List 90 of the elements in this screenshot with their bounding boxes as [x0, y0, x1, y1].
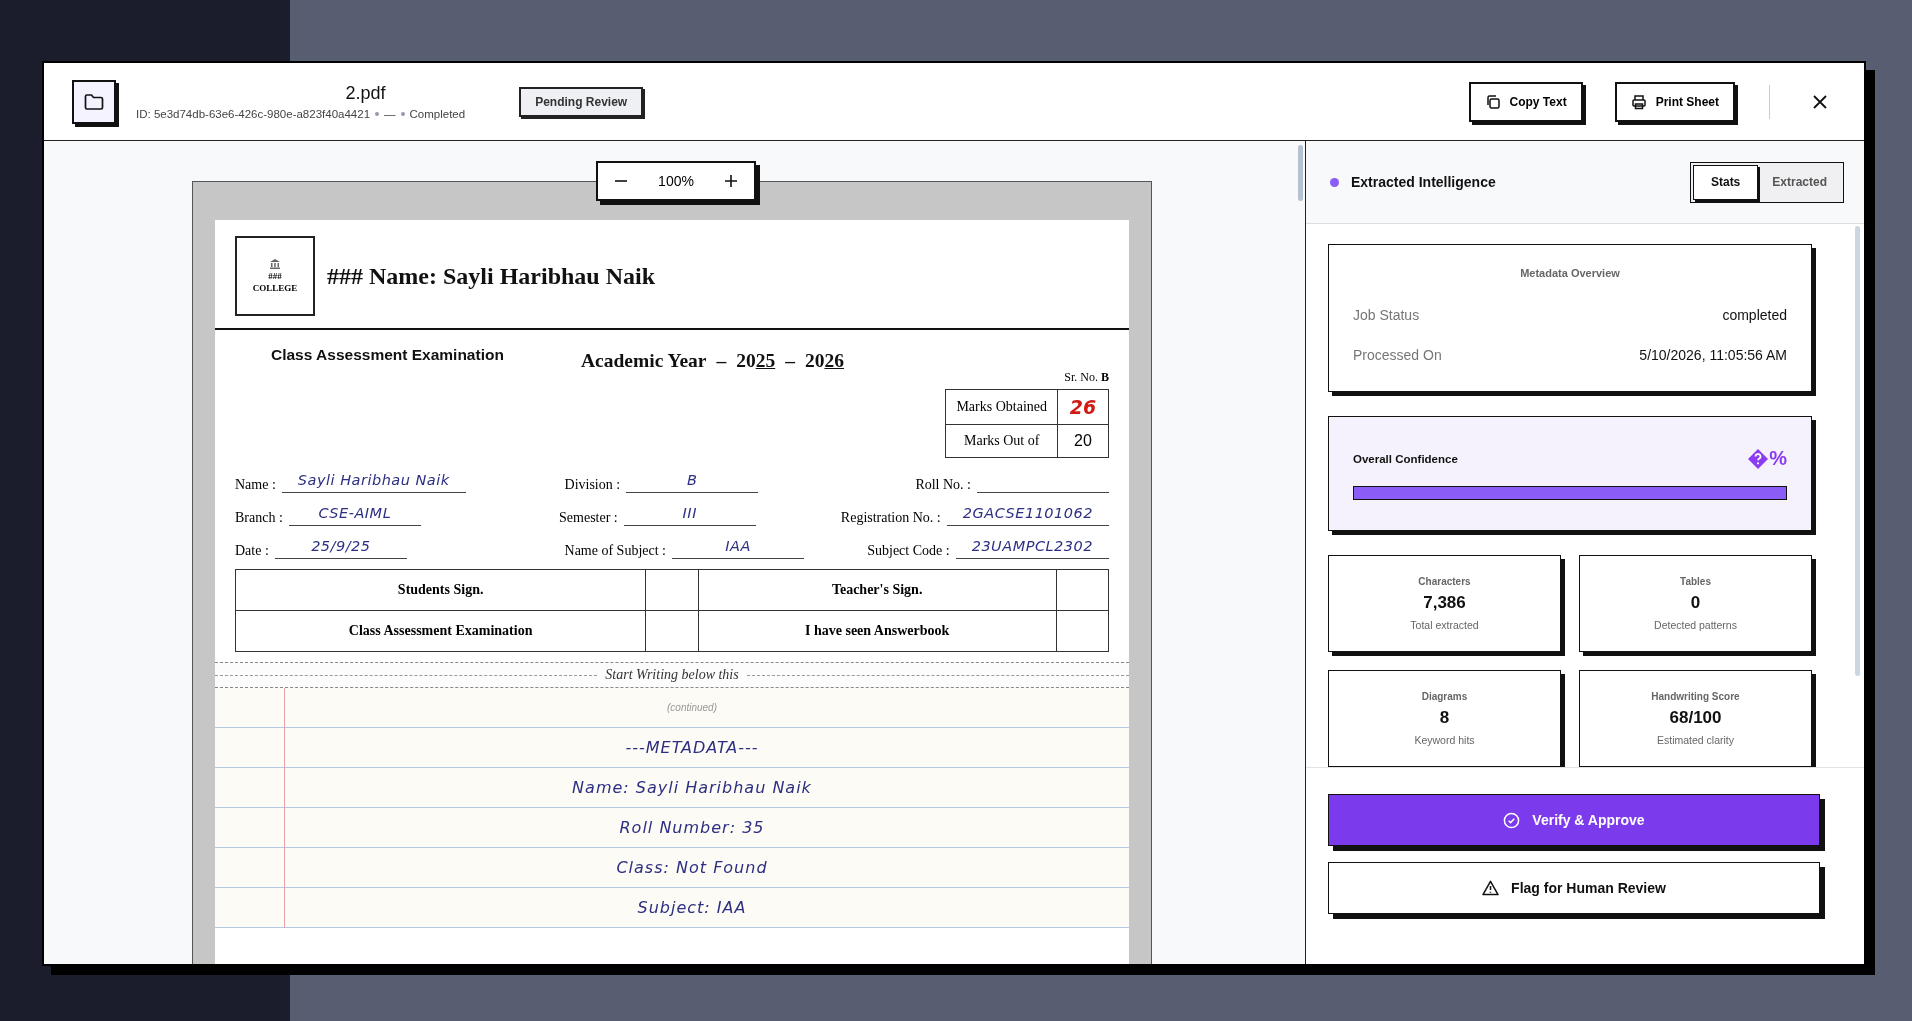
academic-year: –: [716, 350, 727, 372]
zoom-level: 100%: [658, 173, 694, 189]
field-label: Branch :: [235, 510, 283, 526]
check-circle-icon: [1503, 811, 1521, 829]
field-value: 2GACSE1101062: [946, 505, 1109, 526]
serial-number-label: Sr. No.: [1064, 370, 1098, 384]
printer-icon: [1630, 93, 1647, 110]
close-icon: [1812, 93, 1828, 110]
separator: —: [384, 108, 396, 120]
handwritten-line: Subject: IAA: [637, 898, 747, 917]
table-cell: Teacher's Sign.: [698, 569, 1057, 611]
confidence-label: Overall Confidence: [1353, 452, 1458, 465]
marks-value: 20: [1057, 424, 1109, 458]
copy-icon: [1484, 93, 1501, 110]
academic-year: –: [785, 350, 795, 372]
field-value: 25/9/25: [274, 538, 407, 559]
handwritten-line: Roll Number: 35: [619, 818, 765, 837]
logo-mark: ###: [268, 271, 282, 281]
student-heading: ### Name: Sayli Haribhau Naik: [327, 262, 656, 290]
field-value: IAA: [672, 538, 804, 559]
exam-title: Class Assessment Examination: [271, 346, 505, 364]
field-label: Subject Code :: [867, 543, 950, 559]
stat-title: Handwriting Score: [1651, 691, 1740, 702]
handwritten-line: Class: Not Found: [616, 858, 768, 877]
field-value: CSE-AIML: [288, 505, 421, 526]
marks-value: 26: [1057, 389, 1109, 425]
job-status: Completed: [409, 108, 466, 120]
building-icon: [270, 259, 280, 269]
tab[interactable]: Extracted: [1758, 164, 1841, 200]
marks-label: Marks Obtained: [945, 389, 1058, 425]
stat-value: 68/100: [1669, 708, 1722, 728]
field-label: Division :: [564, 477, 621, 493]
stat-value: 0: [1690, 593, 1701, 613]
handwritten-line: ---METADATA---: [625, 738, 759, 757]
plus-icon: [723, 174, 738, 188]
field-label: Registration No. :: [840, 510, 941, 526]
metadata-label: Job Status: [1353, 307, 1420, 323]
field-value: III: [623, 505, 756, 526]
field-label: Date :: [235, 543, 269, 559]
academic-year: 25: [755, 350, 776, 372]
scrollbar[interactable]: [1855, 226, 1860, 676]
field-label: Roll No. :: [915, 477, 971, 493]
continued-note: (continued): [667, 702, 717, 713]
academic-year: Academic Year: [581, 350, 707, 372]
scrollbar[interactable]: [1298, 145, 1303, 201]
academic-year: 20: [736, 350, 756, 372]
academic-year: 20: [804, 350, 825, 372]
card-title: Metadata Overview: [1519, 267, 1621, 279]
stat-caption: Keyword hits: [1414, 734, 1475, 746]
field-value: B: [626, 472, 759, 493]
field-value: 23UAMPCL2302: [955, 538, 1109, 559]
metadata-value: completed: [1722, 307, 1787, 323]
metadata-label: Processed On: [1353, 347, 1442, 363]
marks-label: Marks Out of: [945, 424, 1058, 458]
handwritten-line: Name: Sayli Haribhau Naik: [572, 778, 812, 797]
tab[interactable]: Stats: [1692, 164, 1759, 200]
warning-icon: [1482, 880, 1500, 896]
field-label: Name :: [235, 477, 276, 493]
stat-title: Diagrams: [1421, 691, 1468, 702]
copy-button[interactable]: Copy Text: [1468, 81, 1583, 122]
folder-button[interactable]: [72, 79, 116, 124]
stat-value: 7,386: [1423, 593, 1466, 613]
stat-title: Tables: [1680, 576, 1711, 587]
job-id: ID: 5e3d74db-63e6-426c-980e-a823f40a4421: [136, 108, 371, 120]
status-badge: Pending Review: [519, 86, 644, 117]
table-cell: Students Sign.: [235, 569, 646, 611]
serial-number: B: [1101, 370, 1109, 384]
logo-text: COLLEGE: [252, 283, 298, 293]
field-value: Sayli Haribhau Naik: [281, 472, 466, 493]
field-label: Semester :: [559, 510, 618, 526]
dot-icon: [375, 112, 380, 116]
stat-caption: Total extracted: [1410, 619, 1479, 631]
dot-icon: [400, 112, 405, 116]
table-cell: I have seen Answerbook: [698, 610, 1057, 652]
writing-divider: Start Writing below this: [605, 667, 739, 683]
academic-year: 26: [824, 350, 844, 372]
stat-title: Characters: [1418, 576, 1471, 587]
field-label: Name of Subject :: [564, 543, 666, 559]
dot-icon: [1330, 177, 1339, 187]
panel-title: Extracted Intelligence: [1351, 174, 1496, 190]
confidence-value: %: [1769, 447, 1787, 470]
table-cell: Class Assessment Examination: [235, 610, 646, 652]
print-button[interactable]: Print Sheet: [1614, 81, 1735, 122]
stat-caption: Detected patterns: [1654, 619, 1737, 631]
metadata-value: 5/10/2026, 11:05:56 AM: [1639, 347, 1787, 363]
stat-caption: Estimated clarity: [1657, 734, 1734, 746]
question-diamond-icon: [1748, 448, 1769, 469]
file-name: 2.pdf: [345, 83, 386, 104]
stat-value: 8: [1439, 708, 1450, 728]
folder-icon: [84, 92, 104, 111]
